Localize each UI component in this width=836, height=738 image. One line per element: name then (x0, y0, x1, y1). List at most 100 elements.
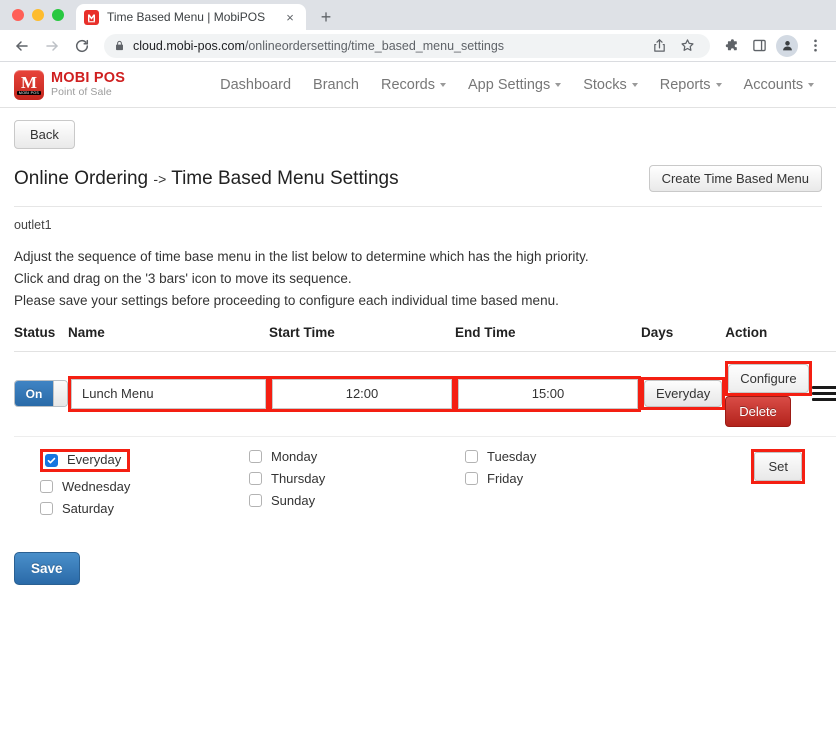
days-column-1: Everyday Wednesday Saturday (14, 448, 249, 516)
status-toggle[interactable]: On (14, 380, 68, 408)
nav-label: Stocks (583, 76, 627, 93)
nav-item-branch[interactable]: Branch (302, 71, 370, 99)
nav-label: Accounts (743, 76, 804, 93)
nav-item-records[interactable]: Records (370, 71, 457, 99)
column-header-action: Action (725, 324, 812, 352)
save-button[interactable]: Save (14, 551, 80, 586)
days-column-3: Tuesday Friday (465, 449, 695, 516)
start-time-highlight: 12:00 (269, 375, 455, 412)
hamburger-drag-icon[interactable] (811, 386, 836, 402)
page-title-arrow: -> (153, 170, 167, 187)
page-title-prefix: Online Ordering (14, 167, 149, 189)
checkbox-row-sunday[interactable]: Sunday (249, 493, 465, 508)
chevron-down-icon (808, 82, 815, 87)
instruction-line: Adjust the sequence of time base menu in… (14, 249, 589, 264)
url-text: cloud.mobi-pos.com/onlineordersetting/ti… (133, 39, 504, 53)
site-navbar: M MOBI POS MOBI POS Point of Sale Dashbo… (0, 62, 836, 108)
checkbox-everyday[interactable] (45, 453, 58, 467)
checkbox-row-monday[interactable]: Monday (249, 449, 465, 464)
name-highlight: Lunch Menu (68, 375, 269, 412)
three-dot-menu-icon[interactable] (802, 33, 828, 59)
checkbox-label: Saturday (62, 500, 115, 516)
mobipos-favicon (84, 9, 99, 25)
side-panel-icon[interactable] (746, 33, 772, 59)
extensions-puzzle-icon[interactable] (718, 33, 744, 59)
column-header-name: Name (68, 324, 269, 352)
chevron-down-icon (715, 82, 722, 87)
create-time-based-menu-button[interactable]: Create Time Based Menu (648, 165, 822, 192)
reload-icon[interactable] (68, 32, 96, 60)
close-tab-button[interactable]: × (282, 9, 298, 25)
nav-item-stocks[interactable]: Stocks (572, 71, 649, 99)
checkbox-saturday[interactable] (40, 501, 53, 515)
close-window-button[interactable] (12, 9, 24, 21)
set-button[interactable]: Set (754, 451, 802, 481)
days-button[interactable]: Everyday (644, 380, 723, 408)
column-header-start-time: Start Time (269, 324, 455, 352)
checkbox-label: Friday (487, 470, 524, 486)
browser-window: Time Based Menu | MobiPOS × + cloud.mobi… (0, 0, 836, 738)
configure-button[interactable]: Configure (728, 363, 809, 393)
everyday-group: Everyday (43, 452, 127, 469)
brand-name: MOBI POS (51, 70, 126, 87)
cell-end-time: 15:00 (455, 351, 641, 437)
column-header-days: Days (641, 324, 726, 352)
browser-tab[interactable]: Time Based Menu | MobiPOS × (76, 4, 306, 30)
checkbox-row-saturday[interactable]: Saturday (40, 501, 249, 516)
delete-button[interactable]: Delete (725, 395, 791, 427)
instructions: Adjust the sequence of time base menu in… (14, 248, 822, 310)
checkbox-friday[interactable] (465, 471, 478, 485)
checkbox-tuesday[interactable] (465, 449, 478, 463)
maximize-window-button[interactable] (52, 9, 64, 21)
start-time-input[interactable]: 12:00 (272, 378, 452, 409)
checkbox-row-everyday[interactable]: Everyday (40, 448, 249, 472)
nav-label: App Settings (468, 76, 551, 93)
nav-item-app-settings[interactable]: App Settings (457, 71, 572, 99)
chevron-down-icon (440, 82, 446, 87)
end-time-highlight: 15:00 (455, 375, 641, 412)
checkbox-row-friday[interactable]: Friday (465, 471, 695, 486)
minimize-window-button[interactable] (32, 9, 44, 21)
nav-item-accounts[interactable]: Accounts (733, 71, 826, 99)
time-based-menu-table: Status Name Start Time End Time Days Act… (14, 324, 836, 437)
back-arrow-icon[interactable] (8, 32, 36, 60)
table-row: On Lunch Menu 12:00 15:00 Everyday Confi… (14, 351, 836, 437)
cell-start-time: 12:00 (269, 351, 455, 437)
checkbox-sunday[interactable] (249, 493, 262, 507)
days-button-highlight: Everyday (641, 377, 726, 411)
instruction-line: Please save your settings before proceed… (14, 292, 559, 308)
checkbox-wednesday[interactable] (40, 479, 53, 493)
logo-badge-text: MOBI POS (16, 90, 42, 95)
checkbox-thursday[interactable] (249, 471, 262, 485)
bookmark-star-icon[interactable] (674, 33, 700, 59)
days-column-2: Monday Thursday Sunday (249, 449, 465, 516)
back-button[interactable]: Back (14, 120, 75, 149)
menu-name-input[interactable]: Lunch Menu (71, 378, 266, 409)
nav-item-dashboard[interactable]: Dashboard (209, 71, 302, 99)
browser-toolbar: cloud.mobi-pos.com/onlineordersetting/ti… (0, 30, 836, 62)
window-traffic-lights (10, 0, 72, 30)
tab-strip: Time Based Menu | MobiPOS × + (0, 0, 836, 30)
checkbox-row-tuesday[interactable]: Tuesday (465, 449, 695, 464)
end-time-input[interactable]: 15:00 (458, 378, 638, 409)
profile-avatar-icon[interactable] (774, 33, 800, 59)
instruction-line: Click and drag on the '3 bars' icon to m… (14, 270, 352, 286)
column-header-status: Status (14, 324, 68, 352)
nav-item-reports[interactable]: Reports (649, 71, 733, 99)
new-tab-button[interactable]: + (312, 4, 340, 30)
address-bar[interactable]: cloud.mobi-pos.com/onlineordersetting/ti… (104, 33, 710, 59)
brand-logo[interactable]: M MOBI POS MOBI POS Point of Sale (14, 69, 126, 100)
nav-label: Dashboard (220, 76, 292, 93)
avatar (776, 34, 798, 57)
outlet-label: outlet1 (14, 218, 52, 232)
cell-name: Lunch Menu (68, 351, 269, 437)
checkbox-monday[interactable] (249, 449, 262, 463)
table-header-row: Status Name Start Time End Time Days Act… (14, 324, 836, 352)
checkbox-row-wednesday[interactable]: Wednesday (40, 479, 249, 494)
checkbox-label: Wednesday (62, 478, 131, 494)
chevron-down-icon (631, 82, 638, 87)
checkbox-row-thursday[interactable]: Thursday (249, 471, 465, 486)
table-header: Status Name Start Time End Time Days Act… (14, 324, 836, 352)
share-icon[interactable] (646, 33, 672, 59)
url-domain: cloud.mobi-pos.com (133, 38, 245, 53)
